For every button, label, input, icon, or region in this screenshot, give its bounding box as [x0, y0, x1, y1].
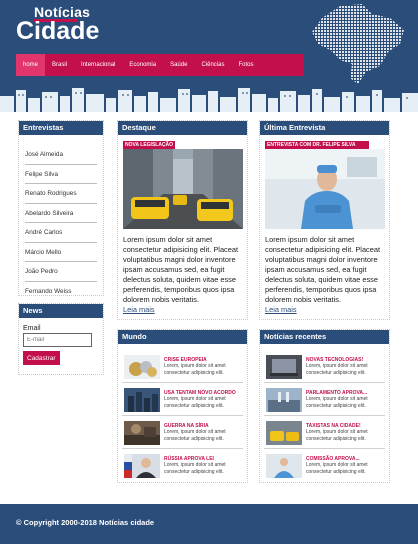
copyright-text: © Copyright 2000-2018 Notícias cidade [16, 518, 155, 527]
nav-item-saude[interactable]: Saúde [163, 54, 194, 76]
newsletter-box: News Email Cadastrar [18, 303, 104, 375]
destaque-box: Destaque NOVA LEGISLAÇÃO Lorem ipsum dol… [117, 120, 248, 320]
list-item[interactable]: TAXISTAS NA CIDADE! Lorem, ipsum dolor s… [264, 416, 385, 449]
list-item[interactable]: Márcio Mello [25, 243, 97, 262]
destaque-title: Destaque [118, 121, 247, 135]
noticias-recentes-title: Notícias recentes [260, 330, 389, 344]
russia-image [124, 454, 160, 478]
nav-item-fotos[interactable]: Fotos [231, 54, 260, 76]
ultima-entrevista-text: Lorem ipsum dolor sit amet consectetur a… [265, 235, 389, 315]
recentes-list: NOVAS TECNOLOGIAS! Lorem, ipsum dolor si… [260, 350, 389, 482]
news-summary: Lorem, ipsum dolor sit amet consectetur … [164, 429, 226, 442]
nav-item-economia[interactable]: Economia [122, 54, 163, 76]
news-summary: Lorem, ipsum dolor sit amet consectetur … [164, 396, 226, 409]
list-item[interactable]: Felipe Silva [25, 165, 97, 184]
nav-item-ciencias[interactable]: Ciências [194, 54, 231, 76]
destaque-paragraph: Lorem ipsum dolor sit amet consectetur a… [123, 235, 239, 304]
list-item[interactable]: CRISE EUROPEIA Lorem, ipsum dolor sit am… [122, 350, 243, 383]
newsletter-title: News [19, 304, 103, 318]
read-more-link[interactable]: Leia mais [123, 305, 155, 314]
usa-city-image [124, 388, 160, 412]
ultima-entrevista-paragraph: Lorem ipsum dolor sit amet consectetur a… [265, 235, 381, 304]
nav-item-internacional[interactable]: Internacional [74, 54, 122, 76]
main-nav: home Brasil Internacional Economia Saúde… [16, 54, 304, 76]
ultima-entrevista-box: Última Entrevista ENTREVISTA COM DR. FEL… [259, 120, 390, 320]
news-summary: Lorem, ipsum dolor sit amet consectetur … [306, 363, 368, 376]
destaque-text: Lorem ipsum dolor sit amet consectetur a… [123, 235, 247, 315]
list-item[interactable]: José Almeida [25, 145, 97, 165]
taxi-image [266, 421, 302, 445]
mundo-title: Mundo [118, 330, 247, 344]
list-item[interactable]: COMISSÃO APROVA... Lorem, ipsum dolor si… [264, 449, 385, 482]
city-skyline-image [0, 86, 418, 112]
list-item[interactable]: João Pedro [25, 262, 97, 282]
list-item[interactable]: NOVAS TECNOLOGIAS! Lorem, ipsum dolor si… [264, 350, 385, 383]
list-item[interactable]: Fernando Weiss [25, 282, 97, 302]
entrevistas-list: José Almeida Felipe Silva Renato Rodrigu… [19, 145, 103, 301]
list-item[interactable]: PARLAMENTO APROVA... Lorem, ipsum dolor … [264, 383, 385, 416]
email-field[interactable] [23, 333, 92, 347]
mundo-box: Mundo CRISE EUROPEIA Lorem, ipsum dolor … [117, 329, 248, 483]
parliament-image [266, 388, 302, 412]
entrevistas-box: Entrevistas José Almeida Felipe Silva Re… [18, 120, 104, 296]
euro-coins-image [124, 355, 160, 379]
list-item[interactable]: RÚSSIA APROVA LEI Lorem, ipsum dolor sit… [122, 449, 243, 482]
list-item[interactable]: Renato Rodrigues [25, 184, 97, 204]
news-summary: Lorem, ipsum dolor sit amet consectetur … [164, 462, 226, 475]
list-item[interactable]: GUERRA NA SÍRIA Lorem, ipsum dolor sit a… [122, 416, 243, 449]
news-summary: Lorem, ipsum dolor sit amet consectetur … [306, 462, 368, 475]
email-label: Email [23, 325, 41, 332]
news-summary: Lorem, ipsum dolor sit amet consectetur … [164, 363, 226, 376]
list-item[interactable]: André Carlos [25, 223, 97, 243]
entrevistas-title: Entrevistas [19, 121, 103, 135]
destaque-tag: NOVA LEGISLAÇÃO [123, 141, 176, 149]
nav-item-home[interactable]: home [16, 54, 46, 76]
syria-war-image [124, 421, 160, 445]
site-header: Notícias Cidade home Brasil Internaciona… [0, 0, 418, 112]
doctor-image[interactable] [265, 149, 385, 229]
ultima-entrevista-title: Última Entrevista [260, 121, 389, 135]
nav-item-brasil[interactable]: Brasil [45, 54, 74, 76]
mundo-list: CRISE EUROPEIA Lorem, ipsum dolor sit am… [118, 350, 247, 482]
tech-image [266, 355, 302, 379]
taxi-street-image[interactable] [123, 149, 243, 229]
news-summary: Lorem, ipsum dolor sit amet consectetur … [306, 396, 368, 409]
site-footer: © Copyright 2000-2018 Notícias cidade [0, 504, 418, 544]
ultima-entrevista-tag: ENTREVISTA COM DR. FELIPE SILVA [265, 141, 369, 149]
list-item[interactable]: USA TENTAM NOVO ACORDO Lorem, ipsum dolo… [122, 383, 243, 416]
read-more-link[interactable]: Leia mais [265, 305, 297, 314]
noticias-recentes-box: Notícias recentes NOVAS TECNOLOGIAS! Lor… [259, 329, 390, 483]
subscribe-button[interactable]: Cadastrar [23, 351, 60, 365]
news-summary: Lorem, ipsum dolor sit amet consectetur … [306, 429, 368, 442]
doctor-thumb-image [266, 454, 302, 478]
logo-title[interactable]: Cidade [16, 17, 99, 46]
brazil-map-icon [312, 4, 404, 84]
list-item[interactable]: Abelardo Silveira [25, 204, 97, 223]
